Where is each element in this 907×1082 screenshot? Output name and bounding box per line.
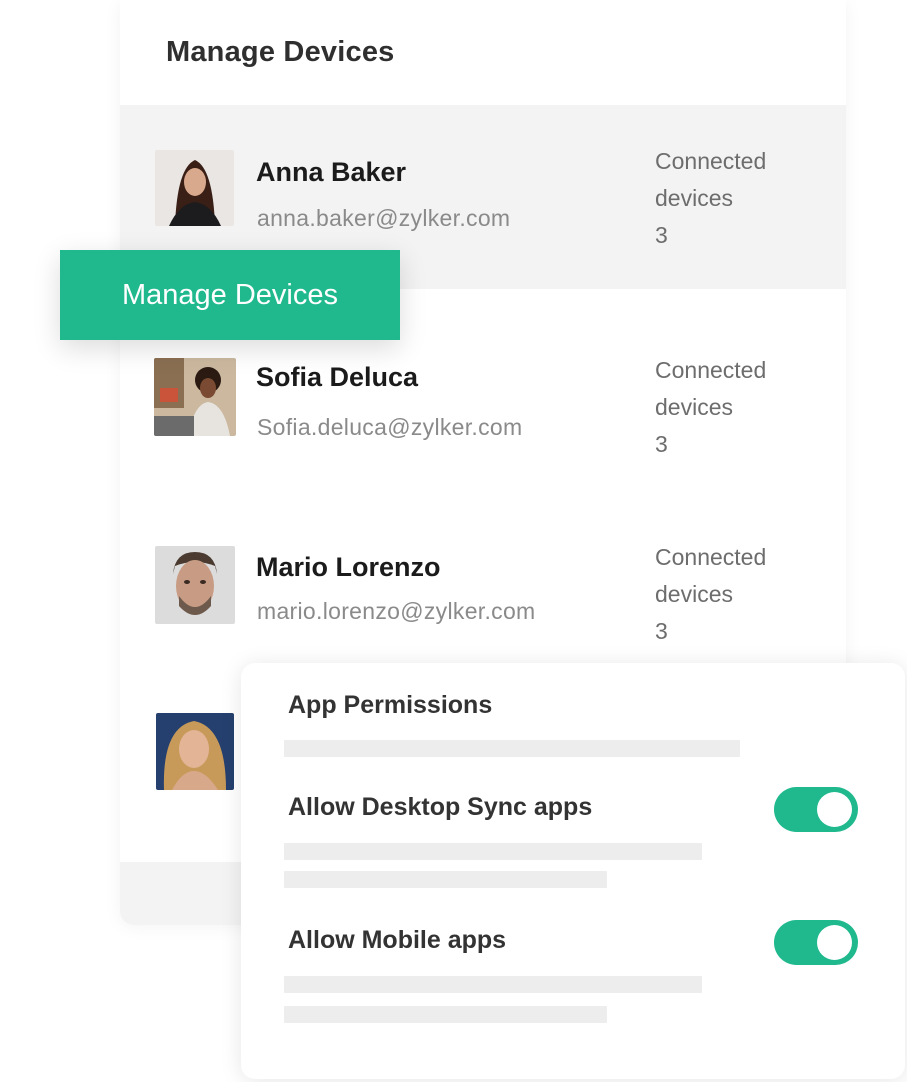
connected-devices-count: 3	[655, 618, 668, 644]
user-name: Sofia Deluca	[256, 362, 419, 392]
allow-mobile-apps-label: Allow Mobile apps	[288, 926, 507, 954]
toggle-knob	[817, 792, 852, 827]
user-name: Mario Lorenzo	[256, 552, 441, 582]
placeholder-line	[284, 740, 740, 757]
allow-desktop-sync-label: Allow Desktop Sync apps	[288, 793, 593, 821]
allow-mobile-apps-toggle[interactable]	[774, 920, 858, 965]
connected-devices-label: Connected devices	[655, 357, 767, 420]
user-email: mario.lorenzo@zylker.com	[257, 598, 536, 624]
avatar	[154, 358, 236, 436]
connected-devices-label: Connected devices	[655, 148, 767, 211]
user-name: Anna Baker	[256, 157, 407, 187]
connected-devices-count: 3	[655, 431, 668, 457]
connected-devices-label: Connected devices	[655, 544, 767, 607]
placeholder-line	[284, 871, 607, 888]
user-email: anna.baker@zylker.com	[257, 205, 511, 231]
placeholder-line	[284, 1006, 607, 1023]
user-row-mario-lorenzo[interactable]: Mario Lorenzo mario.lorenzo@zylker.com C…	[120, 474, 846, 658]
placeholder-line	[284, 843, 702, 860]
user-email: Sofia.deluca@zylker.com	[257, 414, 523, 440]
connected-devices-count: 3	[655, 222, 668, 248]
app-permissions-title: App Permissions	[288, 691, 493, 719]
avatar	[156, 713, 234, 790]
app-permissions-panel: App Permissions Allow Desktop Sync apps …	[241, 663, 905, 1079]
placeholder-line	[284, 976, 702, 993]
allow-desktop-sync-toggle[interactable]	[774, 787, 858, 832]
page-title: Manage Devices	[166, 36, 395, 68]
avatar	[155, 150, 234, 226]
toggle-knob	[817, 925, 852, 960]
avatar	[155, 546, 235, 624]
manage-devices-button[interactable]: Manage Devices	[60, 250, 400, 340]
